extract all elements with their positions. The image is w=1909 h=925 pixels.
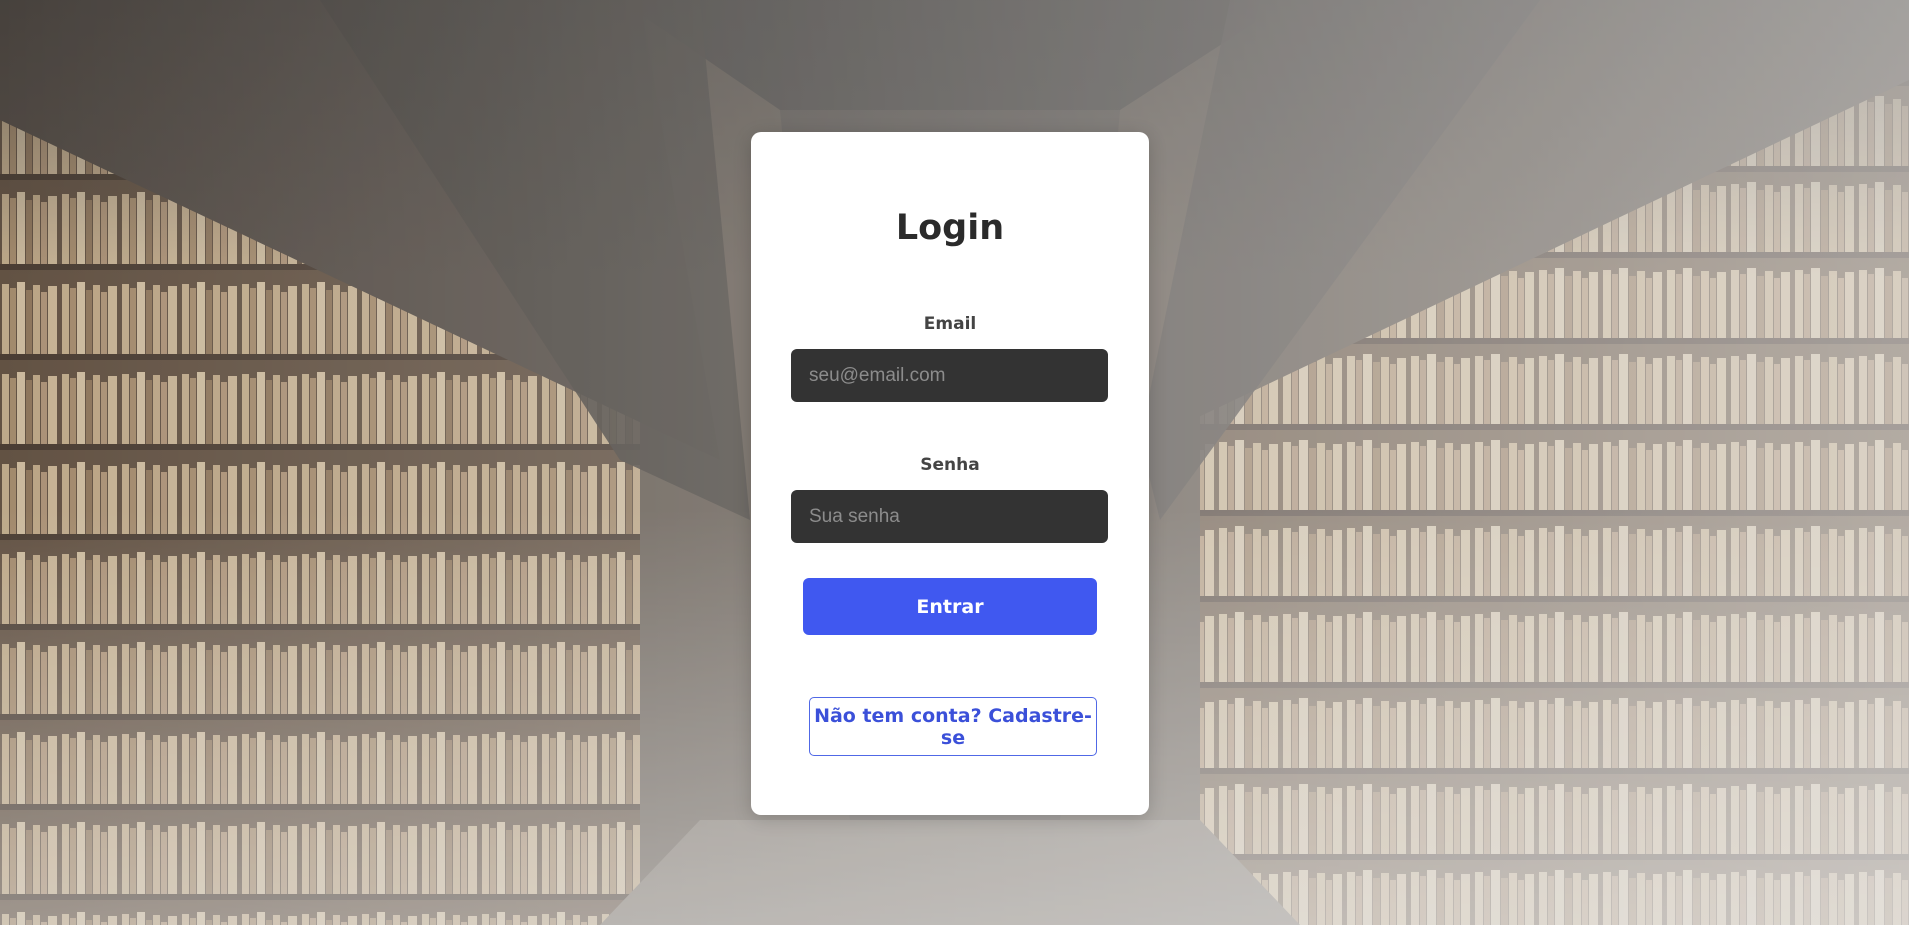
- email-label: Email: [923, 314, 977, 334]
- password-label: Senha: [920, 455, 980, 475]
- password-field[interactable]: [791, 490, 1108, 543]
- signup-link-button[interactable]: Não tem conta? Cadastre-se: [809, 697, 1097, 756]
- login-card: Login Email Senha Entrar Não tem conta? …: [751, 132, 1149, 815]
- login-submit-button[interactable]: Entrar: [803, 578, 1097, 635]
- email-field[interactable]: [791, 349, 1108, 402]
- page-title: Login: [895, 208, 1005, 248]
